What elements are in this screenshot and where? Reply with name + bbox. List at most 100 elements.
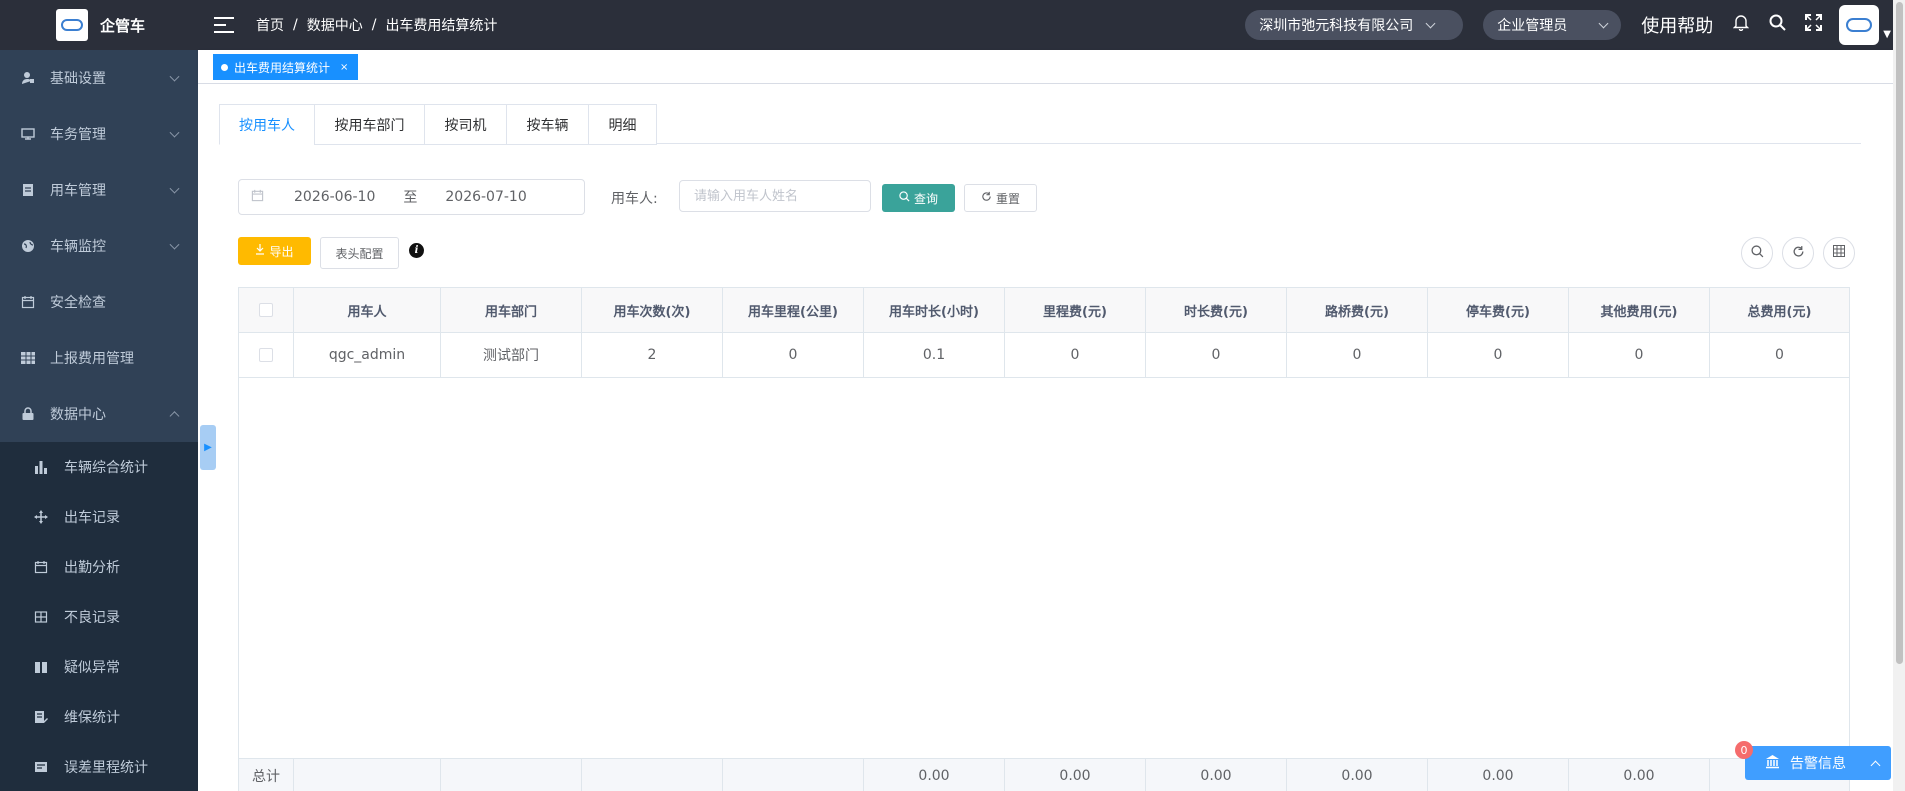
chevron-up-icon	[1870, 760, 1881, 770]
close-icon[interactable]: ×	[340, 62, 348, 73]
export-button[interactable]: 导出	[238, 237, 311, 265]
user-name-input[interactable]	[679, 180, 871, 212]
sidebar-drawer-handle[interactable]: ▶	[200, 425, 216, 470]
columns-button[interactable]	[1823, 237, 1855, 269]
reset-button[interactable]: 重置	[964, 184, 1037, 212]
table-row[interactable]: qgc_admin 测试部门 2 0 0.1 0 0 0 0 0 0	[239, 333, 1849, 378]
user-settings-icon	[20, 70, 36, 86]
header-config-button[interactable]: 表头配置	[320, 237, 399, 269]
submenu-item-label: 出车记录	[64, 510, 120, 526]
sidebar-item-expense-report[interactable]: 上报费用管理	[0, 330, 198, 386]
sidebar-item-safety-check[interactable]: 安全检查	[0, 274, 198, 330]
submenu-item-label: 出勤分析	[64, 560, 120, 576]
column-header[interactable]: 用车部门	[441, 288, 582, 332]
footer-total-label: 总计	[239, 759, 294, 791]
info-icon[interactable]: i	[409, 243, 424, 258]
tags-view: 出车费用结算统计 ×	[198, 50, 1893, 84]
chevron-down-icon	[169, 71, 180, 82]
column-header[interactable]: 总费用(元)	[1710, 288, 1849, 332]
sidebar-item-data-center[interactable]: 数据中心	[0, 386, 198, 442]
page-scrollbar[interactable]	[1893, 0, 1905, 791]
table-cell: 0	[723, 333, 864, 377]
column-header[interactable]: 用车人	[294, 288, 441, 332]
document-icon	[20, 182, 36, 198]
column-header[interactable]: 停车费(元)	[1428, 288, 1569, 332]
submenu-item-bad-records[interactable]: 不良记录	[0, 592, 198, 642]
submenu-item-trip-records[interactable]: 出车记录	[0, 492, 198, 542]
table-cell: 0	[1287, 333, 1428, 377]
table-header-row: 用车人 用车部门 用车次数(次) 用车里程(公里) 用车时长(小时) 里程费(元…	[239, 288, 1849, 333]
table-cell: 0	[1775, 347, 1784, 363]
tab-by-vehicle[interactable]: 按车辆	[506, 104, 589, 145]
table-cell: 0	[1428, 333, 1569, 377]
breadcrumb-home[interactable]: 首页	[256, 15, 284, 35]
table-cell: 0.1	[864, 333, 1005, 377]
help-link[interactable]: 使用帮助	[1641, 12, 1713, 38]
monitor-icon	[20, 126, 36, 142]
reset-button-label: 重置	[995, 191, 1020, 206]
column-header[interactable]: 用车次数(次)	[582, 288, 723, 332]
scrollbar-thumb[interactable]	[1896, 2, 1903, 664]
company-select[interactable]: 深圳市弛元科技有限公司	[1245, 10, 1464, 40]
column-header[interactable]: 用车时长(小时)	[864, 288, 1005, 332]
sidebar-item-label: 安全检查	[50, 295, 106, 311]
query-button[interactable]: 查询	[882, 184, 955, 212]
logo[interactable]: 企管车	[0, 0, 198, 50]
sidebar-item-label: 上报费用管理	[50, 351, 134, 367]
tab-by-user[interactable]: 按用车人	[219, 104, 315, 145]
bell-icon[interactable]	[1731, 14, 1751, 36]
footer-cell	[723, 759, 864, 791]
breadcrumb-data-center[interactable]: 数据中心	[307, 15, 363, 35]
avatar[interactable]	[1839, 5, 1880, 45]
sidebar-item-vehicle-monitoring[interactable]: 车辆监控	[0, 218, 198, 274]
sidebar-item-label: 数据中心	[50, 407, 106, 423]
book-icon	[34, 660, 48, 674]
column-header[interactable]: 其他费用(元)	[1569, 288, 1710, 332]
submenu-item-vehicle-stats[interactable]: 车辆综合统计	[0, 442, 198, 492]
column-header[interactable]: 里程费(元)	[1005, 288, 1146, 332]
column-header[interactable]: 路桥费(元)	[1287, 288, 1428, 332]
column-header[interactable]: 用车里程(公里)	[723, 288, 864, 332]
date-range-separator: 至	[403, 190, 418, 206]
lock-icon	[20, 406, 36, 422]
menu-toggle-icon[interactable]	[214, 17, 234, 33]
tab-by-department[interactable]: 按用车部门	[314, 104, 425, 145]
sidebar-item-basic-settings[interactable]: 基础设置	[0, 50, 198, 106]
submenu-item-suspected-anomaly[interactable]: 疑似异常	[0, 642, 198, 692]
search-icon[interactable]	[1767, 14, 1787, 36]
role-select[interactable]: 企业管理员	[1483, 10, 1622, 40]
caret-down-icon[interactable]: ▼	[1883, 29, 1891, 40]
date-end[interactable]: 2026-07-10	[445, 189, 526, 205]
tag-active[interactable]: 出车费用结算统计 ×	[213, 54, 359, 80]
refresh-button[interactable]	[1782, 237, 1814, 269]
breadcrumb-separator: /	[293, 17, 298, 33]
row-checkbox[interactable]	[259, 348, 273, 362]
sidebar-item-usage-management[interactable]: 用车管理	[0, 162, 198, 218]
date-start[interactable]: 2026-06-10	[294, 189, 375, 205]
table-cell: 0	[1569, 333, 1710, 377]
date-range-picker[interactable]: 2026-06-10 至 2026-07-10	[238, 179, 585, 215]
submenu-item-attendance[interactable]: 出勤分析	[0, 542, 198, 592]
table-icon	[34, 610, 48, 624]
footer-cell	[294, 759, 441, 791]
sidebar-item-vehicle-affairs[interactable]: 车务管理	[0, 106, 198, 162]
column-header[interactable]: 时长费(元)	[1146, 288, 1287, 332]
alarm-panel-button[interactable]: 告警信息	[1745, 746, 1891, 780]
submenu-item-mileage-error[interactable]: 误差里程统计	[0, 742, 198, 791]
fullscreen-icon[interactable]	[1803, 14, 1823, 36]
sidebar-item-label: 用车管理	[50, 183, 106, 199]
main-content: 按用车人 按用车部门 按司机 按车辆 明细 2026-06-10 至 2026-…	[198, 84, 1893, 791]
search-icon	[1750, 244, 1764, 262]
tab-by-driver[interactable]: 按司机	[424, 104, 507, 145]
refresh-icon	[981, 191, 992, 205]
search-toggle-button[interactable]	[1741, 237, 1773, 269]
select-all-checkbox[interactable]	[259, 303, 273, 317]
chevron-down-icon	[169, 183, 180, 194]
footer-cell: 0.00	[1005, 759, 1146, 791]
header-checkbox-cell	[239, 288, 294, 332]
tab-detail[interactable]: 明细	[588, 104, 657, 145]
submenu-item-maintenance-stats[interactable]: 维保统计	[0, 692, 198, 742]
query-button-label: 查询	[913, 191, 938, 206]
company-select-value: 深圳市弛元科技有限公司	[1259, 18, 1414, 34]
role-select-value: 企业管理员	[1497, 18, 1568, 34]
